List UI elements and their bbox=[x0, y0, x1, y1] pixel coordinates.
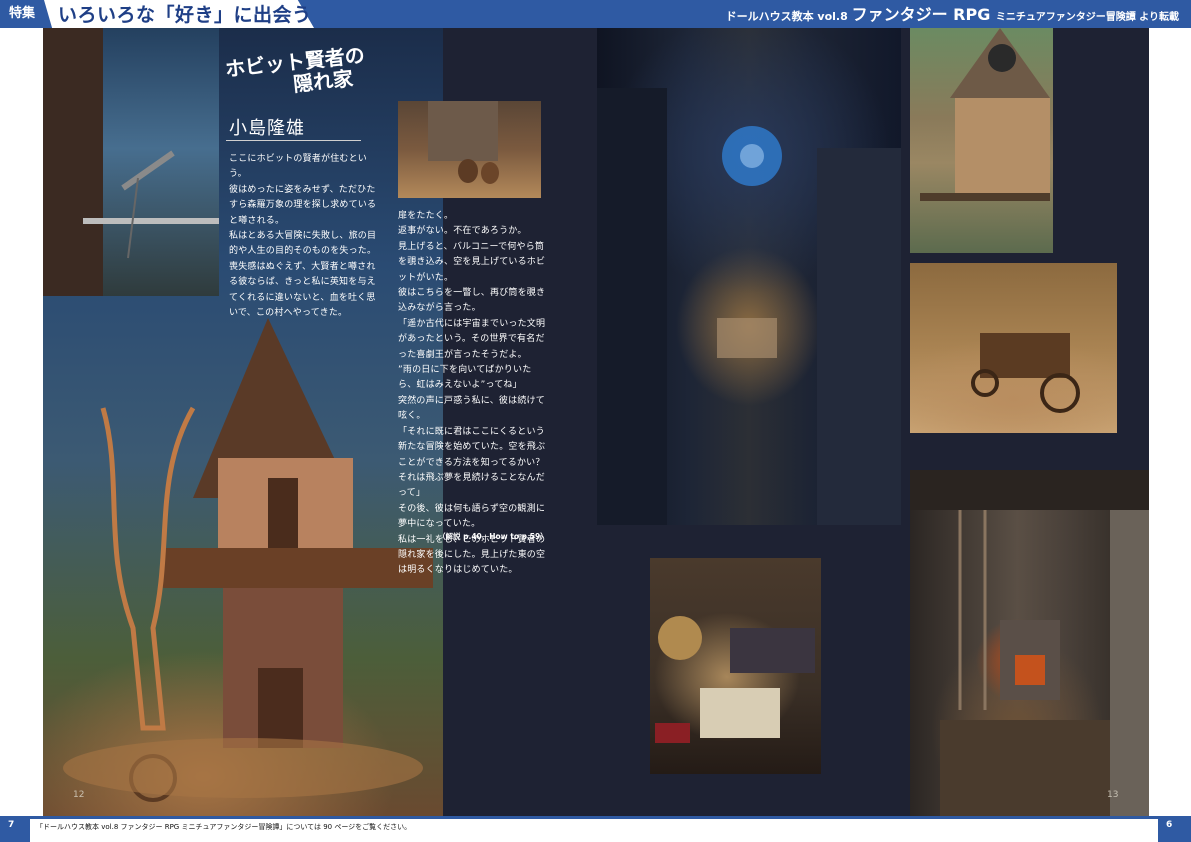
source-series: ファンタジー RPG bbox=[851, 5, 996, 24]
fireplace-illustration bbox=[910, 470, 1149, 816]
paragraph: 突然の声に戸惑う私に、彼は続けて呟く。 bbox=[398, 395, 545, 422]
page-number-right: 6 bbox=[1166, 820, 1173, 830]
photo-fireplace-room: 13 bbox=[910, 470, 1149, 816]
author-divider bbox=[226, 140, 361, 141]
author-name: 小島隆雄 bbox=[229, 118, 305, 139]
paragraph: 見上げると、バルコニーで何やら筒を覗き込み、空を見上げているホビットがいた。 bbox=[398, 241, 546, 283]
paragraph: 私はとある大冒険に失敗し、旅の目的や人生の目的そのものを失った。 bbox=[229, 231, 377, 257]
photo-cart bbox=[910, 263, 1117, 433]
feature-title: いろいろな「好き」に出会う bbox=[58, 4, 312, 26]
photo-number: 12 bbox=[73, 790, 85, 800]
paragraph: 「それに既に君はここにくるという新たな冒険を始めていた。空を飛ぶことができる方法… bbox=[398, 426, 546, 499]
article-column-1: ここにホビットの賢者が住むという。 彼はめったに姿をみせず、ただひたすら森羅万象… bbox=[229, 152, 384, 321]
source-book: ドールハウス教本 vol.8 bbox=[725, 10, 852, 23]
paragraph: 彼はこちらを一瞥し、再び筒を覗き込みながら言った。 bbox=[398, 288, 546, 314]
telescope-illustration bbox=[43, 28, 219, 296]
footer-note: 「ドールハウス教本 vol.8 ファンタジー RPG ミニチュアファンタジー冒険… bbox=[36, 823, 412, 831]
paragraph: 「遥か古代には宇宙までいった文明があったという。その世界で有名だった喜劇王が言っ… bbox=[398, 318, 546, 360]
page-reference: （解説 p.40、How to p.59） bbox=[438, 532, 548, 541]
paragraph: ここにホビットの賢者が住むという。 bbox=[229, 154, 368, 180]
paragraph: 扉をたたく。 bbox=[398, 211, 454, 221]
photo-telescope bbox=[43, 28, 219, 296]
page-number-left: 7 bbox=[8, 820, 15, 830]
feature-tag: 特集 bbox=[0, 0, 44, 28]
library-illustration bbox=[597, 88, 901, 525]
photo-library bbox=[597, 28, 901, 525]
barrels-illustration bbox=[428, 101, 499, 184]
paragraph: 返事がない。不在であろうか。 bbox=[398, 226, 527, 237]
photo-desk bbox=[650, 558, 821, 774]
paragraph: 彼はめったに姿をみせず、ただひたすら森羅万象の理を探し求めていると噂される。 bbox=[229, 184, 377, 226]
paragraph: その後、彼は何も語らず空の観測に夢中になっていた。 bbox=[398, 503, 546, 530]
article-column-2: 扉をたたく。 返事がない。不在であろうか。 見上げると、バルコニーで何やら筒を覗… bbox=[398, 209, 548, 579]
photo-clock-tower bbox=[910, 28, 1053, 253]
desk-illustration bbox=[655, 616, 815, 743]
source-subtitle: ミニチュアファンタジー冒険譚 より転載 bbox=[995, 12, 1179, 23]
paragraph: ”雨の日に下を向いてばかりいたら、虹はみえないよ”ってね」 bbox=[398, 365, 532, 391]
photo-number: 13 bbox=[1107, 790, 1119, 800]
paragraph: 喪失感はぬぐえず、大賢者と噂される彼ならば、きっと私に英知を与えてくれるに違いな… bbox=[229, 261, 376, 319]
source-credit: ドールハウス教本 vol.8 ファンタジー RPG ミニチュアファンタジー冒険譚… bbox=[726, 0, 1179, 28]
clock-tower-illustration bbox=[920, 28, 1050, 201]
photo-barrels bbox=[398, 101, 541, 198]
cart-illustration bbox=[971, 333, 1080, 413]
